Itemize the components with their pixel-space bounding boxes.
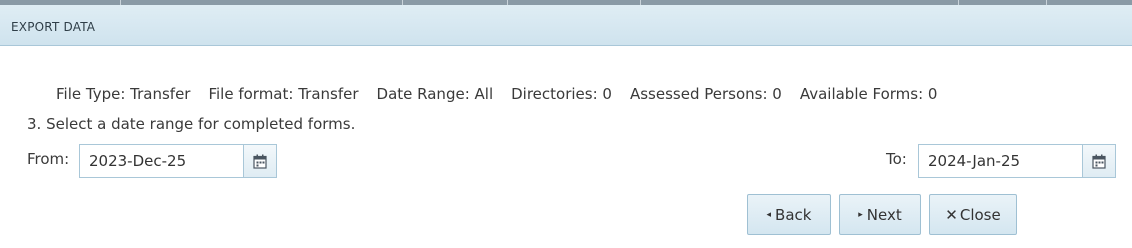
date-range-text: Date Range: All <box>376 85 494 103</box>
dialog-title: EXPORT DATA <box>11 20 96 34</box>
to-calendar-button[interactable] <box>1082 145 1115 177</box>
to-date-field <box>918 144 1116 178</box>
from-date-input[interactable] <box>80 145 244 177</box>
from-label: From: <box>27 150 70 168</box>
from-calendar-button[interactable] <box>243 145 276 177</box>
close-button-label: Close <box>959 205 1001 224</box>
close-button[interactable]: ✕ Close <box>929 194 1017 235</box>
next-arrow-icon: ▸ <box>858 209 863 220</box>
next-button-label: Next <box>866 205 902 224</box>
step-instruction: 3. Select a date range for completed for… <box>27 115 356 133</box>
back-button-label: Back <box>775 205 812 224</box>
dialog-titlebar: EXPORT DATA <box>0 5 1132 46</box>
calendar-icon <box>1092 154 1106 169</box>
export-summary: File Type: Transfer File format: Transfer… <box>56 85 955 105</box>
calendar-icon <box>253 154 267 169</box>
next-button[interactable]: ▸ Next <box>839 194 921 235</box>
assessed-persons-text: Assessed Persons: 0 <box>629 85 782 103</box>
back-arrow-icon: ◂ <box>766 209 772 220</box>
directories-text: Directories: 0 <box>511 85 612 103</box>
close-icon: ✕ <box>945 205 958 224</box>
to-date-input[interactable] <box>919 145 1083 177</box>
from-date-field <box>79 144 277 178</box>
back-button[interactable]: ◂ Back <box>747 194 831 235</box>
file-type-text: File Type: Transfer <box>56 85 191 103</box>
to-label: To: <box>886 150 907 168</box>
file-format-text: File format: Transfer <box>208 85 359 103</box>
available-forms-text: Available Forms: 0 <box>799 85 938 103</box>
